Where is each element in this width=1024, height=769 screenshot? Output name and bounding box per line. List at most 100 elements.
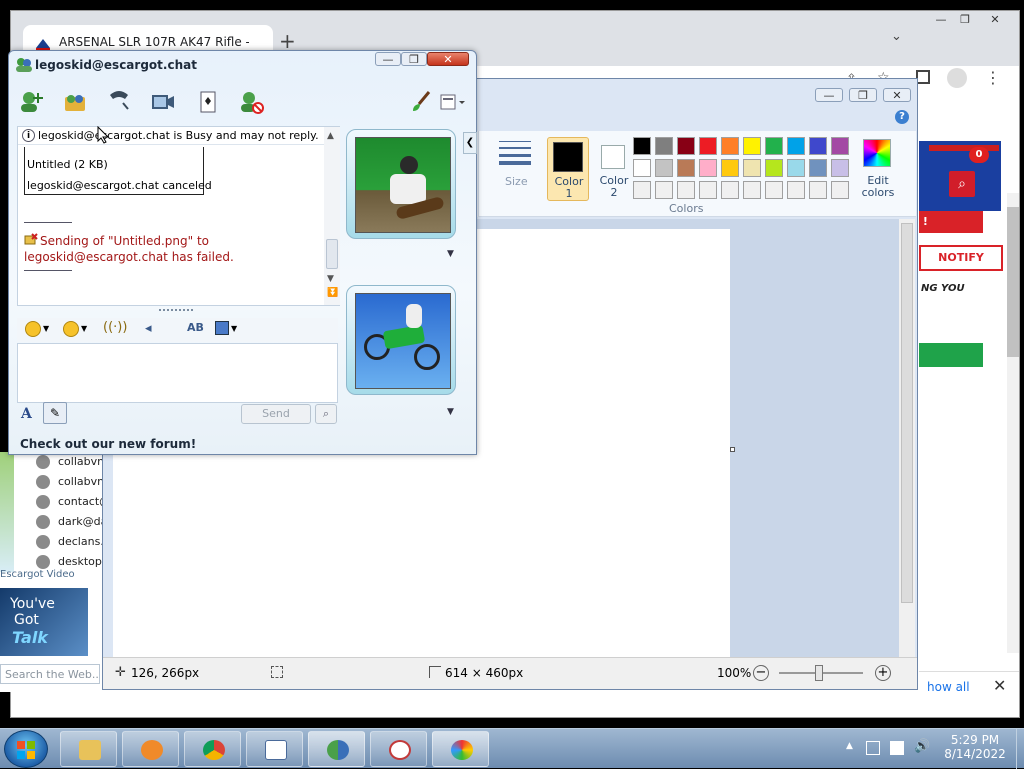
wink-icon[interactable]: [63, 321, 79, 337]
palette-color-swatch[interactable]: [633, 159, 651, 177]
custom-color-slot[interactable]: [677, 181, 695, 199]
emoticon-icon[interactable]: [25, 321, 41, 337]
show-all-downloads-link[interactable]: how all: [927, 680, 970, 694]
paintbrush-icon[interactable]: [407, 89, 435, 115]
edit-colors-button[interactable]: Edit colors: [855, 137, 901, 201]
palette-color-swatch[interactable]: [699, 137, 717, 155]
palette-color-swatch[interactable]: [743, 137, 761, 155]
custom-color-slot[interactable]: [721, 181, 739, 199]
palette-color-swatch[interactable]: [809, 137, 827, 155]
send-button[interactable]: Send: [241, 404, 311, 424]
custom-color-slot[interactable]: [831, 181, 849, 199]
paint-maximize-button[interactable]: ❐: [849, 88, 877, 102]
color2-button[interactable]: Color 2: [593, 137, 635, 201]
taskbar-snipping-tool[interactable]: [370, 731, 427, 767]
action-center-icon[interactable]: [866, 741, 880, 755]
show-hidden-icons-icon[interactable]: ▲: [846, 741, 853, 751]
custom-color-slot[interactable]: [809, 181, 827, 199]
system-clock[interactable]: 5:29 PM 8/14/2022: [935, 733, 1015, 761]
ad-banner[interactable]: You've Got Talk: [0, 588, 88, 656]
network-icon[interactable]: [890, 741, 904, 755]
palette-color-swatch[interactable]: [831, 159, 849, 177]
taskbar-chrome[interactable]: [184, 731, 241, 767]
history-scrollbar[interactable]: ▲ ▼ ⏬: [324, 127, 340, 305]
palette-color-swatch[interactable]: [787, 159, 805, 177]
profile-avatar-icon[interactable]: [947, 68, 967, 88]
palette-color-swatch[interactable]: [809, 159, 827, 177]
video-call-icon[interactable]: [149, 89, 177, 115]
call-contact-icon[interactable]: [105, 89, 133, 115]
notify-button[interactable]: NOTIFY: [919, 245, 1003, 271]
custom-color-slot[interactable]: [743, 181, 761, 199]
games-icon[interactable]: [195, 89, 223, 115]
taskbar-explorer[interactable]: [60, 731, 117, 767]
custom-color-slot[interactable]: [787, 181, 805, 199]
voice-clip-icon[interactable]: ◂: [145, 321, 152, 336]
emoticon-dropdown-icon[interactable]: ▼: [43, 324, 49, 333]
forum-promo-link[interactable]: Check out our new forum!: [20, 437, 196, 451]
taskbar-notepad[interactable]: [246, 731, 303, 767]
palette-color-swatch[interactable]: [655, 137, 673, 155]
palette-color-swatch[interactable]: [655, 159, 673, 177]
zoom-slider-thumb[interactable]: [815, 665, 823, 681]
palette-color-swatch[interactable]: [633, 137, 651, 155]
history-scrollbar-thumb[interactable]: [326, 239, 338, 269]
volume-icon[interactable]: 🔊: [914, 739, 930, 754]
block-contact-icon[interactable]: [237, 89, 265, 115]
site-scrollbar-thumb[interactable]: [1007, 207, 1019, 357]
scroll-up-arrow-icon[interactable]: ▲: [327, 131, 334, 141]
message-input[interactable]: [17, 343, 338, 403]
collapse-pane-icon[interactable]: ❮: [463, 132, 477, 154]
search-icon[interactable]: ⌕: [315, 404, 337, 424]
wink-dropdown-icon[interactable]: ▼: [81, 324, 87, 333]
custom-color-slot[interactable]: [633, 181, 651, 199]
pane-splitter-handle[interactable]: [159, 309, 193, 313]
site-green-button[interactable]: [919, 343, 983, 367]
custom-color-slot[interactable]: [699, 181, 717, 199]
chat-history-pane[interactable]: i legoskid@escargot.chat is Busy and may…: [17, 126, 340, 306]
palette-color-swatch[interactable]: [743, 159, 761, 177]
color1-button[interactable]: Color 1: [547, 137, 589, 201]
tab-search-icon[interactable]: ⌄: [891, 29, 902, 44]
scroll-down-arrow-icon[interactable]: ▼: [327, 274, 334, 284]
contact-avatar-dropdown-icon[interactable]: ▼: [447, 249, 454, 259]
show-desktop-button[interactable]: [1016, 729, 1024, 769]
web-search-input[interactable]: Search the Web...: [0, 664, 100, 684]
palette-color-swatch[interactable]: [765, 159, 783, 177]
paint-vertical-scrollbar[interactable]: [899, 219, 915, 657]
nudge-icon[interactable]: ((·)): [103, 320, 127, 335]
background-icon[interactable]: [215, 321, 229, 335]
ink-text-icon[interactable]: AB: [187, 321, 204, 334]
custom-color-slot[interactable]: [765, 181, 783, 199]
chrome-minimize-button[interactable]: —: [929, 13, 953, 27]
background-dropdown-icon[interactable]: ▼: [231, 324, 237, 333]
palette-color-swatch[interactable]: [699, 159, 717, 177]
taskbar-paint[interactable]: [432, 731, 489, 767]
im-maximize-button[interactable]: ❐: [401, 52, 427, 66]
palette-color-swatch[interactable]: [831, 137, 849, 155]
handwriting-icon[interactable]: ✎: [43, 402, 67, 424]
palette-color-swatch[interactable]: [721, 159, 739, 177]
palette-color-swatch[interactable]: [677, 137, 695, 155]
palette-color-swatch[interactable]: [765, 137, 783, 155]
menu-options-icon[interactable]: [437, 89, 469, 115]
invite-contact-icon[interactable]: [17, 89, 45, 115]
size-button[interactable]: Size: [505, 175, 528, 188]
paint-minimize-button[interactable]: —: [815, 88, 843, 102]
zoom-out-button[interactable]: −: [753, 665, 769, 681]
contact-avatar[interactable]: [346, 129, 456, 239]
palette-color-swatch[interactable]: [721, 137, 739, 155]
chrome-menu-icon[interactable]: ⋮: [985, 68, 1001, 87]
im-minimize-button[interactable]: —: [375, 52, 401, 66]
side-panel-icon[interactable]: [916, 70, 930, 84]
paint-close-button[interactable]: ✕: [883, 88, 911, 102]
help-icon[interactable]: ?: [895, 110, 909, 124]
scroll-end-arrow-icon[interactable]: ⏬: [327, 288, 338, 298]
user-avatar-dropdown-icon[interactable]: ▼: [447, 407, 454, 417]
contact-item[interactable]: dark@da: [58, 515, 107, 528]
download-bar-close-icon[interactable]: ✕: [993, 676, 1006, 695]
chrome-maximize-button[interactable]: ❐: [953, 13, 977, 27]
im-close-button[interactable]: ✕: [427, 52, 469, 66]
paint-scrollbar-thumb[interactable]: [901, 223, 913, 603]
custom-color-slot[interactable]: [655, 181, 673, 199]
